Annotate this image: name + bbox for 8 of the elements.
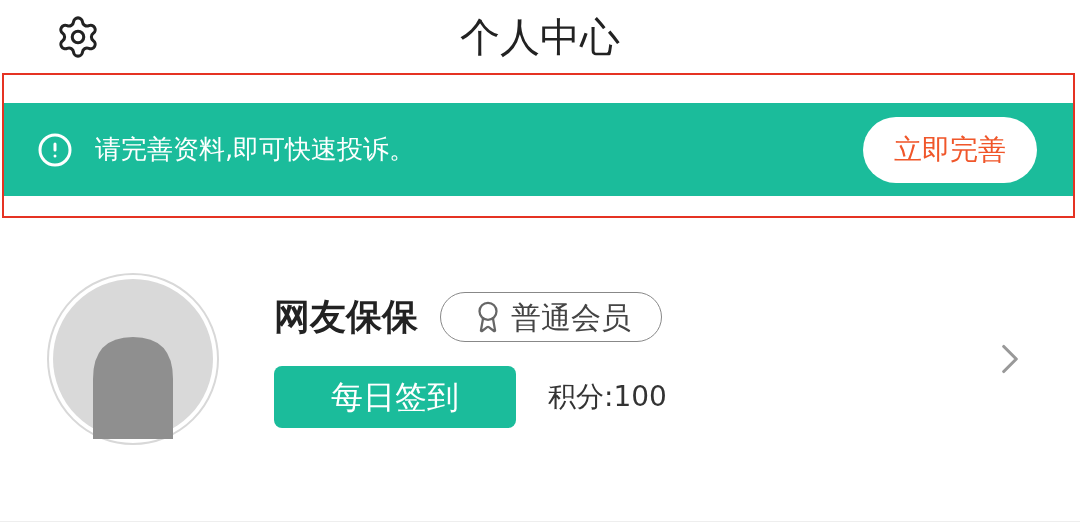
alert-icon (37, 131, 73, 168)
points-label: 积分:100 (548, 379, 667, 415)
member-level: 普通会员 (511, 298, 631, 337)
complete-profile-button[interactable]: 立即完善 (863, 116, 1037, 183)
daily-checkin-button[interactable]: 每日签到 (274, 366, 516, 428)
notice-message: 请完善资料,即可快速投诉。 (95, 133, 416, 166)
user-name: 网友保保 (274, 295, 418, 339)
page-title: 个人中心 (459, 12, 621, 62)
